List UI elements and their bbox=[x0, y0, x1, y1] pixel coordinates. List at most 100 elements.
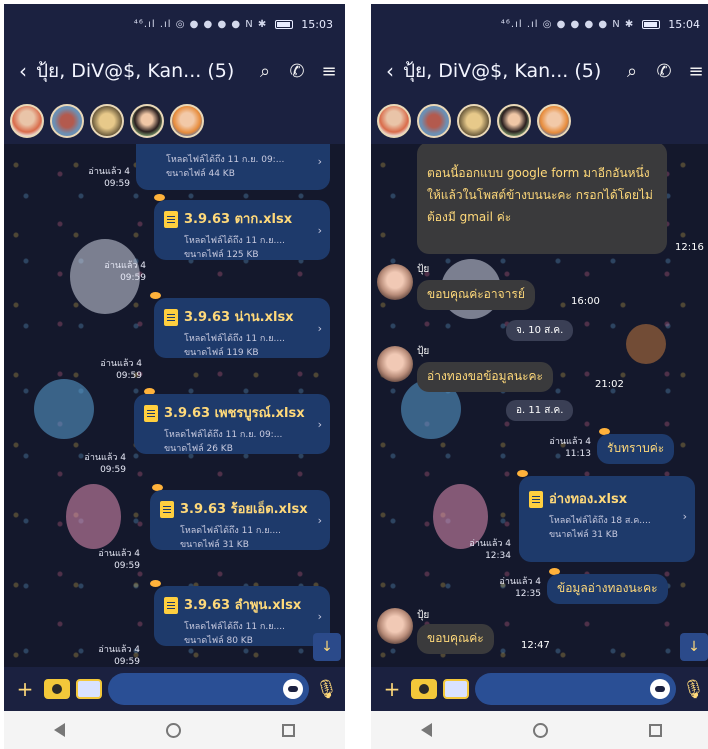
chat-title[interactable]: ปุ้ย, DiV@$, Kan... (5) bbox=[36, 56, 249, 86]
message-time: 09:59 bbox=[104, 179, 130, 189]
nav-back-icon[interactable] bbox=[54, 723, 66, 737]
add-plus-icon[interactable]: + bbox=[12, 677, 38, 701]
back-chevron-icon[interactable]: ‹ bbox=[377, 59, 403, 83]
message-text: ตอนนี้ออกแบบ google form มาอีกอันหนึ่งให… bbox=[427, 166, 653, 224]
gallery-image-icon[interactable] bbox=[76, 679, 102, 699]
read-receipt: อ่านแล้ว 4 11:13 bbox=[535, 436, 591, 460]
nav-recents-icon[interactable] bbox=[648, 723, 662, 737]
member-avatar[interactable] bbox=[457, 104, 491, 138]
member-avatar[interactable] bbox=[50, 104, 84, 138]
battery-icon bbox=[275, 19, 294, 29]
search-icon[interactable]: ⌕ bbox=[616, 61, 648, 82]
planet-icon bbox=[150, 292, 161, 299]
nav-home-icon[interactable] bbox=[532, 722, 548, 738]
message-time: 09:59 bbox=[120, 273, 146, 283]
message-time: 16:00 bbox=[571, 296, 600, 307]
emoji-icon[interactable] bbox=[650, 679, 670, 699]
nav-home-icon[interactable] bbox=[165, 722, 181, 738]
phone-call-icon[interactable]: ✆ bbox=[281, 61, 313, 82]
nav-back-icon[interactable] bbox=[421, 723, 433, 737]
message-composer: + 🎙 bbox=[4, 667, 345, 711]
microphone-icon[interactable]: 🎙 bbox=[315, 679, 338, 700]
planet-icon bbox=[150, 580, 161, 587]
message-time: 12:47 bbox=[521, 640, 550, 651]
file-expiry: โหลดไฟล์ได้ถึง 11 ก.ย. 09:... bbox=[164, 430, 283, 440]
read-count: อ่านแล้ว 4 bbox=[98, 645, 140, 655]
member-avatar[interactable] bbox=[90, 104, 124, 138]
message-text: ขอบคุณค่ะ bbox=[427, 631, 484, 645]
search-icon[interactable]: ⌕ bbox=[249, 61, 281, 82]
read-count: อ่านแล้ว 4 bbox=[104, 261, 146, 271]
read-count: อ่านแล้ว 4 bbox=[98, 549, 140, 559]
emoji-icon[interactable] bbox=[283, 679, 303, 699]
add-plus-icon[interactable]: + bbox=[379, 677, 405, 701]
back-chevron-icon[interactable]: ‹ bbox=[10, 59, 36, 83]
gallery-image-icon[interactable] bbox=[443, 679, 469, 699]
nav-recents-icon[interactable] bbox=[281, 723, 295, 737]
message-list[interactable]: ตอนนี้ออกแบบ google form มาอีกอันหนึ่งให… bbox=[371, 144, 708, 667]
received-message[interactable]: ขอบคุณค่ะ bbox=[417, 624, 494, 654]
file-message[interactable]: 3.9.63 น่าน.xlsx โหลดไฟล์ได้ถึง 11 ก.ย..… bbox=[154, 298, 330, 358]
file-message[interactable]: 3.9.63 ร้อยเอ็ด.xlsx โหลดไฟล์ได้ถึง 11 ก… bbox=[150, 490, 330, 550]
sent-message[interactable]: ข้อมูลอ่างทองนะคะ bbox=[547, 574, 668, 604]
received-message[interactable]: ตอนนี้ออกแบบ google form มาอีกอันหนึ่งให… bbox=[417, 144, 667, 254]
file-message[interactable]: 3.9.63 ลำพูน.xlsx โหลดไฟล์ได้ถึง 11 ก.ย.… bbox=[154, 586, 330, 646]
file-message[interactable]: โหลดไฟล์ได้ถึง 11 ก.ย. 09:... ขนาดไฟล์ 4… bbox=[136, 144, 330, 190]
file-size: ขนาดไฟล์ 44 KB bbox=[166, 169, 235, 179]
chat-title[interactable]: ปุ้ย, DiV@$, Kan... (5) bbox=[403, 56, 616, 86]
chevron-right-icon: › bbox=[317, 224, 322, 237]
message-text: ข้อมูลอ่างทองนะคะ bbox=[557, 581, 658, 595]
microphone-icon[interactable]: 🎙 bbox=[682, 679, 705, 700]
read-count: อ่านแล้ว 4 bbox=[100, 359, 142, 369]
received-message[interactable]: ขอบคุณค่ะอาจารย์ bbox=[417, 280, 535, 310]
camera-icon[interactable] bbox=[411, 679, 437, 699]
message-text: ขอบคุณค่ะอาจารย์ bbox=[427, 287, 525, 301]
sender-avatar[interactable] bbox=[377, 608, 413, 644]
member-avatar[interactable] bbox=[10, 104, 44, 138]
read-receipt: อ่านแล้ว 4 09:59 bbox=[78, 166, 130, 190]
file-message[interactable]: อ่างทอง.xlsx โหลดไฟล์ได้ถึง 18 ส.ค.... ข… bbox=[519, 476, 695, 562]
read-receipt: อ่านแล้ว 4 09:59 bbox=[90, 358, 142, 382]
message-input[interactable] bbox=[108, 673, 309, 705]
member-avatar[interactable] bbox=[377, 104, 411, 138]
message-input[interactable] bbox=[475, 673, 676, 705]
scroll-down-button[interactable]: ↓ bbox=[680, 633, 708, 661]
menu-icon[interactable]: ≡ bbox=[680, 61, 708, 82]
file-expiry: โหลดไฟล์ได้ถึง 11 ก.ย.... bbox=[184, 334, 285, 344]
file-size: ขนาดไฟล์ 119 KB bbox=[184, 348, 259, 358]
phone-call-icon[interactable]: ✆ bbox=[648, 61, 680, 82]
file-name: 3.9.63 น่าน.xlsx bbox=[184, 310, 294, 325]
status-time: 15:04 bbox=[668, 17, 700, 31]
message-list[interactable]: โหลดไฟล์ได้ถึง 11 ก.ย. 09:... ขนาดไฟล์ 4… bbox=[4, 144, 345, 667]
file-size: ขนาดไฟล์ 80 KB bbox=[184, 636, 253, 646]
android-nav-bar bbox=[4, 711, 345, 749]
camera-icon[interactable] bbox=[44, 679, 70, 699]
chevron-right-icon: › bbox=[317, 322, 322, 335]
file-name: 3.9.63 เพชรบูรณ์.xlsx bbox=[164, 406, 305, 421]
file-message[interactable]: 3.9.63 ตาก.xlsx โหลดไฟล์ได้ถึง 11 ก.ย...… bbox=[154, 200, 330, 260]
received-message[interactable]: อ่างทองขอข้อมูลนะคะ bbox=[417, 362, 553, 392]
file-message[interactable]: 3.9.63 เพชรบูรณ์.xlsx โหลดไฟล์ได้ถึง 11 … bbox=[134, 394, 330, 454]
member-avatar[interactable] bbox=[130, 104, 164, 138]
scroll-down-button[interactable]: ↓ bbox=[313, 633, 341, 661]
sender-avatar[interactable] bbox=[377, 346, 413, 382]
message-time: 12:35 bbox=[515, 589, 541, 599]
member-avatar[interactable] bbox=[417, 104, 451, 138]
message-time: 09:59 bbox=[114, 561, 140, 571]
member-avatar[interactable] bbox=[497, 104, 531, 138]
file-size: ขนาดไฟล์ 26 KB bbox=[164, 444, 233, 454]
file-expiry: โหลดไฟล์ได้ถึง 11 ก.ย.... bbox=[184, 622, 285, 632]
file-expiry: โหลดไฟล์ได้ถึง 11 ก.ย.... bbox=[180, 526, 281, 536]
sent-message[interactable]: รับทราบค่ะ bbox=[597, 434, 675, 464]
sender-avatar[interactable] bbox=[377, 264, 413, 300]
sender-name: ปุ้ย bbox=[417, 264, 430, 275]
file-size: ขนาดไฟล์ 125 KB bbox=[184, 250, 259, 260]
member-avatar[interactable] bbox=[537, 104, 571, 138]
member-avatars bbox=[371, 98, 708, 144]
menu-icon[interactable]: ≡ bbox=[313, 61, 345, 82]
chevron-right-icon: › bbox=[317, 610, 322, 623]
member-avatars bbox=[4, 98, 345, 144]
message-time: 12:34 bbox=[485, 551, 511, 561]
message-time: 09:59 bbox=[114, 657, 140, 667]
member-avatar[interactable] bbox=[170, 104, 204, 138]
